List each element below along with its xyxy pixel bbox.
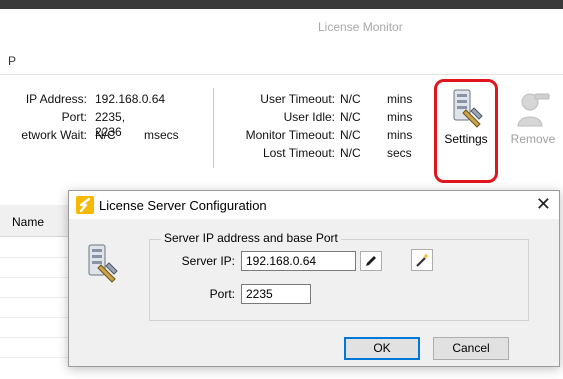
ip-address-value: 192.168.0.64 (95, 92, 166, 106)
lost-timeout-label: Lost Timeout: (262, 146, 335, 160)
license-server-config-dialog: License Server Configuration ✕ Server IP… (68, 190, 560, 367)
network-wait-unit: msecs (144, 128, 179, 142)
lost-timeout-value: N/C (340, 146, 361, 160)
user-idle-unit: mins (387, 110, 413, 124)
server-ip-input[interactable] (241, 251, 356, 271)
list-header[interactable]: Name (0, 205, 70, 237)
auto-detect-button[interactable] (411, 249, 433, 271)
list-row-divider (0, 257, 70, 258)
edit-ip-button[interactable] (360, 251, 382, 271)
lost-timeout-unit: secs (387, 146, 412, 160)
monitor-timeout-value: N/C (340, 128, 361, 142)
monitor-timeout-label: Monitor Timeout: (245, 128, 335, 142)
menu-fragment[interactable]: P (8, 54, 16, 68)
port-label: Port: (61, 110, 87, 124)
list-row-divider (0, 297, 70, 298)
window-top-bar (0, 0, 563, 9)
list-row-divider (0, 337, 70, 338)
cancel-button[interactable]: Cancel (433, 337, 509, 360)
name-column-header[interactable]: Name (12, 215, 44, 229)
list-row-divider (0, 277, 70, 278)
ok-button[interactable]: OK (344, 337, 420, 360)
settings-highlight (434, 79, 498, 183)
app-logo-icon (76, 196, 94, 214)
list-row-divider (0, 317, 70, 318)
license-list[interactable]: Name (0, 205, 70, 379)
monitor-timeout-unit: mins (387, 128, 413, 142)
dialog-title-bar[interactable]: License Server Configuration ✕ (69, 191, 559, 219)
network-wait-value: N/C (95, 128, 116, 142)
group-label: Server IP address and base Port (161, 231, 341, 245)
dialog-title: License Server Configuration (99, 198, 267, 213)
remove-user-icon (517, 93, 550, 127)
list-row-divider (0, 357, 70, 358)
server-ip-label: Server IP: (181, 254, 235, 268)
user-timeout-unit: mins (387, 92, 413, 106)
toolbar-separator (0, 74, 563, 75)
server-settings-icon (88, 244, 118, 283)
window-title: License Monitor (318, 20, 403, 34)
pencil-icon (366, 256, 376, 266)
ip-address-label: IP Address: (25, 92, 87, 106)
port-field-label: Port: (209, 287, 235, 301)
network-wait-label: etwork Wait: (21, 128, 87, 142)
user-idle-label: User Idle: (283, 110, 335, 124)
info-divider (213, 88, 214, 168)
user-timeout-label: User Timeout: (260, 92, 335, 106)
port-input[interactable] (241, 284, 311, 304)
user-timeout-value: N/C (340, 92, 361, 106)
user-idle-value: N/C (340, 110, 361, 124)
close-icon[interactable]: ✕ (536, 194, 551, 215)
magic-wand-icon (416, 253, 429, 267)
remove-label: Remove (510, 132, 556, 146)
remove-button[interactable]: Remove (506, 88, 560, 168)
